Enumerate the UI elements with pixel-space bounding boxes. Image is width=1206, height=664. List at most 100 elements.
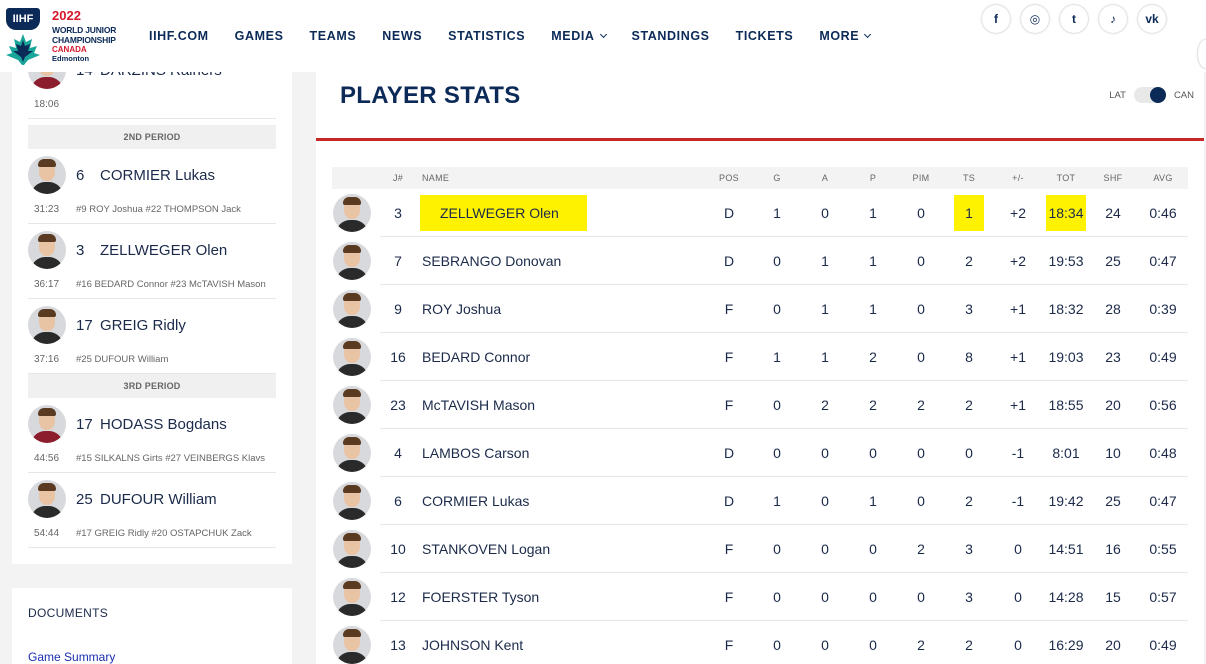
- cell-pim: 2: [917, 397, 925, 413]
- nav-item-teams[interactable]: TEAMS: [310, 29, 357, 43]
- column-header-g[interactable]: G: [760, 167, 794, 189]
- nav-item-games[interactable]: GAMES: [235, 29, 284, 43]
- scorer-name[interactable]: HODASS Bogdans: [100, 416, 227, 433]
- twitter-icon[interactable]: t: [1060, 5, 1088, 33]
- table-row[interactable]: 6 CORMIER Lukas D 1 0 1 0 2 -1 19:42 25 0:47: [332, 477, 1188, 525]
- cell-name[interactable]: ROY Joshua: [422, 285, 702, 333]
- nav-item-more[interactable]: MORE: [819, 29, 872, 43]
- iihf-logo-mark: IIHF: [6, 8, 40, 30]
- cell-ts: 2: [965, 397, 973, 413]
- column-header-ts[interactable]: TS: [954, 167, 984, 189]
- cell-ts: 2: [965, 253, 973, 269]
- cell-name[interactable]: BEDARD Connor: [422, 333, 702, 381]
- column-header-pos[interactable]: POS: [712, 167, 746, 189]
- cell-ts: 0: [965, 445, 973, 461]
- cell-name[interactable]: LAMBOS Carson: [422, 429, 702, 477]
- player-avatar: [28, 405, 66, 443]
- cell-avg: 0:48: [1149, 445, 1177, 461]
- period-divider: 2ND PERIOD: [28, 125, 276, 149]
- goal-item: 25 DUFOUR William 54:44 #17 GREIG Ridly #20…: [28, 473, 276, 548]
- cell-avg: 0:57: [1149, 589, 1177, 605]
- cell-g: 0: [773, 637, 781, 653]
- nav-item-iihf-com[interactable]: IIHF.COM: [149, 29, 209, 43]
- cell-name[interactable]: STANKOVEN Logan: [422, 525, 702, 573]
- cell-name[interactable]: ZELLWEGER Olen: [420, 195, 587, 231]
- cell-tot: 14:51: [1048, 541, 1084, 557]
- goal-item: 17 GREIG Ridly 37:16 #25 DUFOUR William: [28, 299, 276, 374]
- facebook-icon[interactable]: f: [982, 5, 1010, 33]
- period-divider: 3RD PERIOD: [28, 374, 276, 398]
- cell-tot: 18:55: [1048, 397, 1084, 413]
- column-header-pim[interactable]: PIM: [904, 167, 938, 189]
- column-header-shf[interactable]: SHF: [1096, 167, 1130, 189]
- cell-name[interactable]: JOHNSON Kent: [422, 621, 702, 664]
- column-header-name[interactable]: NAME: [422, 167, 702, 189]
- scorer-name[interactable]: GREIG Ridly: [100, 317, 186, 334]
- table-row[interactable]: 4 LAMBOS Carson D 0 0 0 0 0 -1 8:01 10 0:48: [332, 429, 1188, 477]
- scorer-name[interactable]: DUFOUR William: [100, 491, 217, 508]
- cell-name[interactable]: McTAVISH Mason: [422, 381, 702, 429]
- scorer-name[interactable]: CORMIER Lukas: [100, 167, 215, 184]
- column-header-avg[interactable]: AVG: [1142, 167, 1184, 189]
- cell-a: 1: [821, 349, 829, 365]
- team-toggle[interactable]: LAT CAN: [1109, 87, 1194, 103]
- documents-panel: DOCUMENTS Game Summary: [12, 588, 292, 664]
- table-row[interactable]: 10 STANKOVEN Logan F 0 0 0 2 3 0 14:51 16 0:55: [332, 525, 1188, 573]
- cell-name[interactable]: FOERSTER Tyson: [422, 573, 702, 621]
- cell-tot: 8:01: [1052, 445, 1080, 461]
- scorer-number: 14: [76, 72, 93, 79]
- player-avatar: [333, 194, 371, 232]
- cell-shf: 23: [1105, 349, 1121, 365]
- table-row[interactable]: 13 JOHNSON Kent F 0 0 0 2 2 0 16:29 20 0:49: [332, 621, 1188, 664]
- scorer-name[interactable]: ZELLWEGER Olen: [100, 242, 227, 259]
- column-header-tot[interactable]: TOT: [1046, 167, 1086, 189]
- cell-name[interactable]: CORMIER Lukas: [422, 477, 702, 525]
- table-row[interactable]: 23 McTAVISH Mason F 0 2 2 2 2 +1 18:55 20 0:56: [332, 381, 1188, 429]
- column-header-p[interactable]: P: [856, 167, 890, 189]
- nav-label: MORE: [819, 29, 860, 43]
- search-button-partial[interactable]: [1198, 40, 1206, 68]
- cell-g: 0: [773, 397, 781, 413]
- nav-item-news[interactable]: NEWS: [382, 29, 422, 43]
- nav-item-tickets[interactable]: TICKETS: [736, 29, 794, 43]
- team-switch[interactable]: [1133, 87, 1166, 103]
- table-row[interactable]: 16 BEDARD Connor F 1 1 2 0 8 +1 19:03 23 0:49: [332, 333, 1188, 381]
- goal-item: 6 CORMIER Lukas 31:23 #9 ROY Joshua #22 THO…: [28, 149, 276, 224]
- cell-ts: 2: [965, 637, 973, 653]
- cell-shf: 10: [1105, 445, 1121, 461]
- avatar-hair: [343, 485, 361, 493]
- cell-name[interactable]: SEBRANGO Donovan: [422, 237, 702, 285]
- toggle-label-right[interactable]: CAN: [1174, 90, 1194, 101]
- cell-avg: 0:55: [1149, 541, 1177, 557]
- cell-g: 1: [773, 493, 781, 509]
- cell-jersey: 12: [390, 589, 406, 605]
- vk-icon[interactable]: vk: [1138, 5, 1166, 33]
- scorer-name[interactable]: DARZINS Rainers: [100, 72, 222, 79]
- column-header-a[interactable]: A: [808, 167, 842, 189]
- tiktok-icon[interactable]: ♪: [1099, 5, 1127, 33]
- goal-assists: #16 BEDARD Connor #23 McTAVISH Mason: [76, 279, 266, 290]
- goal-assists: #15 SILKALNS Girts #27 VEINBERGS Klavs: [76, 453, 266, 464]
- avatar-jersey: [336, 220, 368, 232]
- game-summary-link[interactable]: Game Summary: [28, 650, 115, 664]
- nav-item-media[interactable]: MEDIA: [551, 29, 607, 43]
- table-row[interactable]: 9 ROY Joshua F 0 1 1 0 3 +1 18:32 28 0:39: [332, 285, 1188, 333]
- table-row[interactable]: 3 ZELLWEGER Olen D 1 0 1 0 1 +2 18:34 24 0:46: [332, 189, 1188, 237]
- column-header-pm[interactable]: +/-: [1000, 167, 1036, 189]
- column-header-jersey[interactable]: J#: [380, 167, 416, 189]
- cell-tot: 18:32: [1048, 301, 1084, 317]
- cell-avg: 0:49: [1149, 637, 1177, 653]
- nav-item-standings[interactable]: STANDINGS: [632, 29, 710, 43]
- toggle-label-left[interactable]: LAT: [1109, 90, 1126, 101]
- cell-g: 0: [773, 541, 781, 557]
- wjc-logo[interactable]: IIHF 2022 WORLD JUNIOR CHAMPIONSHIP CANA…: [2, 4, 132, 68]
- goal-time: 36:17: [34, 279, 60, 290]
- social-links: f ◎ t ♪ vk: [971, 5, 1166, 33]
- player-avatar: [333, 338, 371, 376]
- cell-jersey: 10: [390, 541, 406, 557]
- instagram-icon[interactable]: ◎: [1021, 5, 1049, 33]
- nav-item-statistics[interactable]: STATISTICS: [448, 29, 525, 43]
- table-row[interactable]: 7 SEBRANGO Donovan D 0 1 1 0 2 +2 19:53 25 0:47: [332, 237, 1188, 285]
- table-row[interactable]: 12 FOERSTER Tyson F 0 0 0 0 3 0 14:28 15 0:57: [332, 573, 1188, 621]
- cell-p: 0: [869, 445, 877, 461]
